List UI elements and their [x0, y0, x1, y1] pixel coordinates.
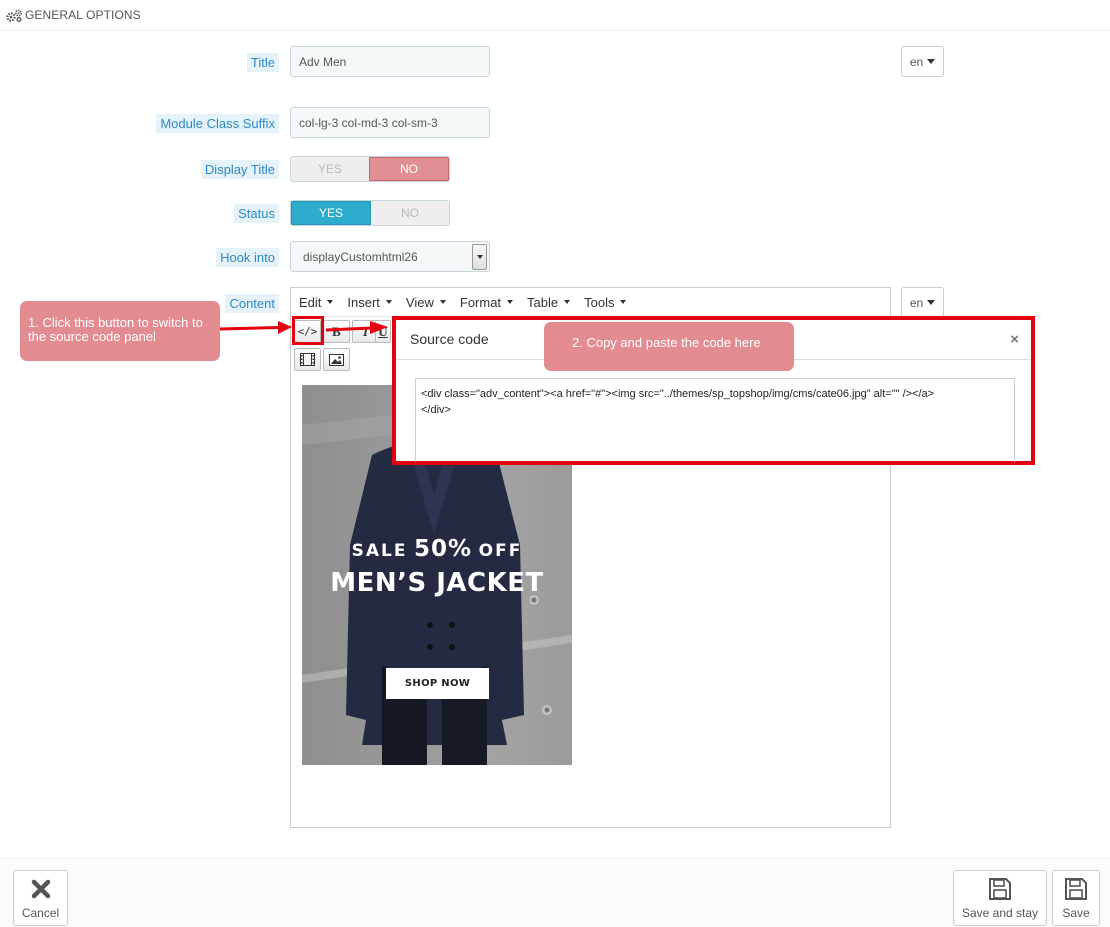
menu-format[interactable]: Format [460, 295, 514, 310]
close-icon[interactable]: × [1010, 331, 1019, 348]
status-label: Status [234, 204, 279, 223]
promo-sale-text: SALE 50% OFF [302, 536, 572, 562]
status-yes-option[interactable]: YES [291, 201, 371, 225]
module-class-suffix-input[interactable]: col-lg-3 col-md-3 col-sm-3 [290, 107, 490, 138]
language-code: en [909, 295, 924, 310]
hook-into-label: Hook into [216, 248, 279, 267]
title-language-dropdown[interactable]: en [901, 46, 944, 77]
callout-step-1: 1. Click this button to switch to the so… [20, 301, 220, 361]
film-icon [300, 353, 315, 366]
status-no-option[interactable]: NO [371, 201, 449, 225]
save-button[interactable]: Save [1052, 870, 1100, 926]
caret-down-icon [327, 300, 334, 304]
display-title-label: Display Title [200, 160, 279, 179]
panel-title: GENERAL OPTIONS [25, 8, 141, 22]
menu-view[interactable]: View [406, 295, 446, 310]
insert-image-button[interactable] [323, 348, 350, 371]
floppy-disk-icon [1065, 878, 1087, 900]
annotation-arrows [219, 321, 388, 334]
select-arrow-icon [472, 244, 487, 270]
content-label: Content [225, 294, 279, 313]
save-and-stay-label: Save and stay [961, 906, 1039, 920]
menu-insert[interactable]: Insert [347, 295, 392, 310]
cancel-button[interactable]: Cancel [13, 870, 68, 926]
caret-down-icon [927, 300, 936, 305]
title-input-value: Adv Men [299, 54, 347, 69]
promo-headline: MEN’S JACKET [330, 568, 544, 598]
caret-down-icon [620, 300, 627, 304]
editor-menubar: Edit Insert View Format Table Tools [291, 288, 890, 317]
sale-percent: 50% [414, 536, 473, 562]
module-class-suffix-label: Module Class Suffix [156, 114, 279, 133]
save-and-stay-button[interactable]: Save and stay [953, 870, 1047, 926]
caret-down-icon [927, 59, 936, 64]
caret-down-icon [385, 300, 392, 304]
language-code: en [909, 54, 924, 69]
insert-video-button[interactable] [294, 348, 321, 371]
content-language-dropdown[interactable]: en [901, 287, 944, 318]
hook-into-value: displayCustomhtml26 [303, 249, 418, 264]
cancel-label: Cancel [21, 906, 60, 920]
image-icon [329, 353, 344, 366]
module-class-suffix-value: col-lg-3 col-md-3 col-sm-3 [299, 115, 438, 130]
menu-edit[interactable]: Edit [299, 295, 334, 310]
shop-now-button[interactable]: SHOP NOW [386, 668, 489, 699]
caret-down-icon [439, 300, 446, 304]
status-switch: YES NO [290, 200, 450, 226]
display-title-yes-option[interactable]: YES [291, 157, 369, 181]
panel-footer: Cancel Save and stay Save [0, 858, 1110, 927]
hook-into-select[interactable]: displayCustomhtml26 [290, 241, 490, 272]
title-input[interactable]: Adv Men [290, 46, 490, 77]
title-label: Title [246, 53, 279, 72]
dialog-title: Source code [410, 331, 489, 347]
menu-table[interactable]: Table [527, 295, 571, 310]
caret-down-icon [564, 300, 571, 304]
caret-down-icon [507, 300, 514, 304]
sale-off: OFF [478, 541, 523, 561]
floppy-disk-icon [989, 878, 1011, 900]
display-title-switch: YES NO [290, 156, 450, 182]
display-title-no-option[interactable]: NO [369, 157, 449, 181]
callout-step-2: 2. Copy and paste the code here [544, 322, 794, 371]
save-label: Save [1062, 906, 1090, 920]
close-x-icon [31, 879, 50, 899]
panel-header: GENERAL OPTIONS [0, 0, 1110, 31]
menu-tools[interactable]: Tools [584, 295, 627, 310]
sale-word: SALE [351, 541, 408, 561]
gears-icon [6, 9, 22, 22]
source-code-textarea[interactable]: <div class="adv_content"><a href="#"><im… [415, 378, 1015, 462]
